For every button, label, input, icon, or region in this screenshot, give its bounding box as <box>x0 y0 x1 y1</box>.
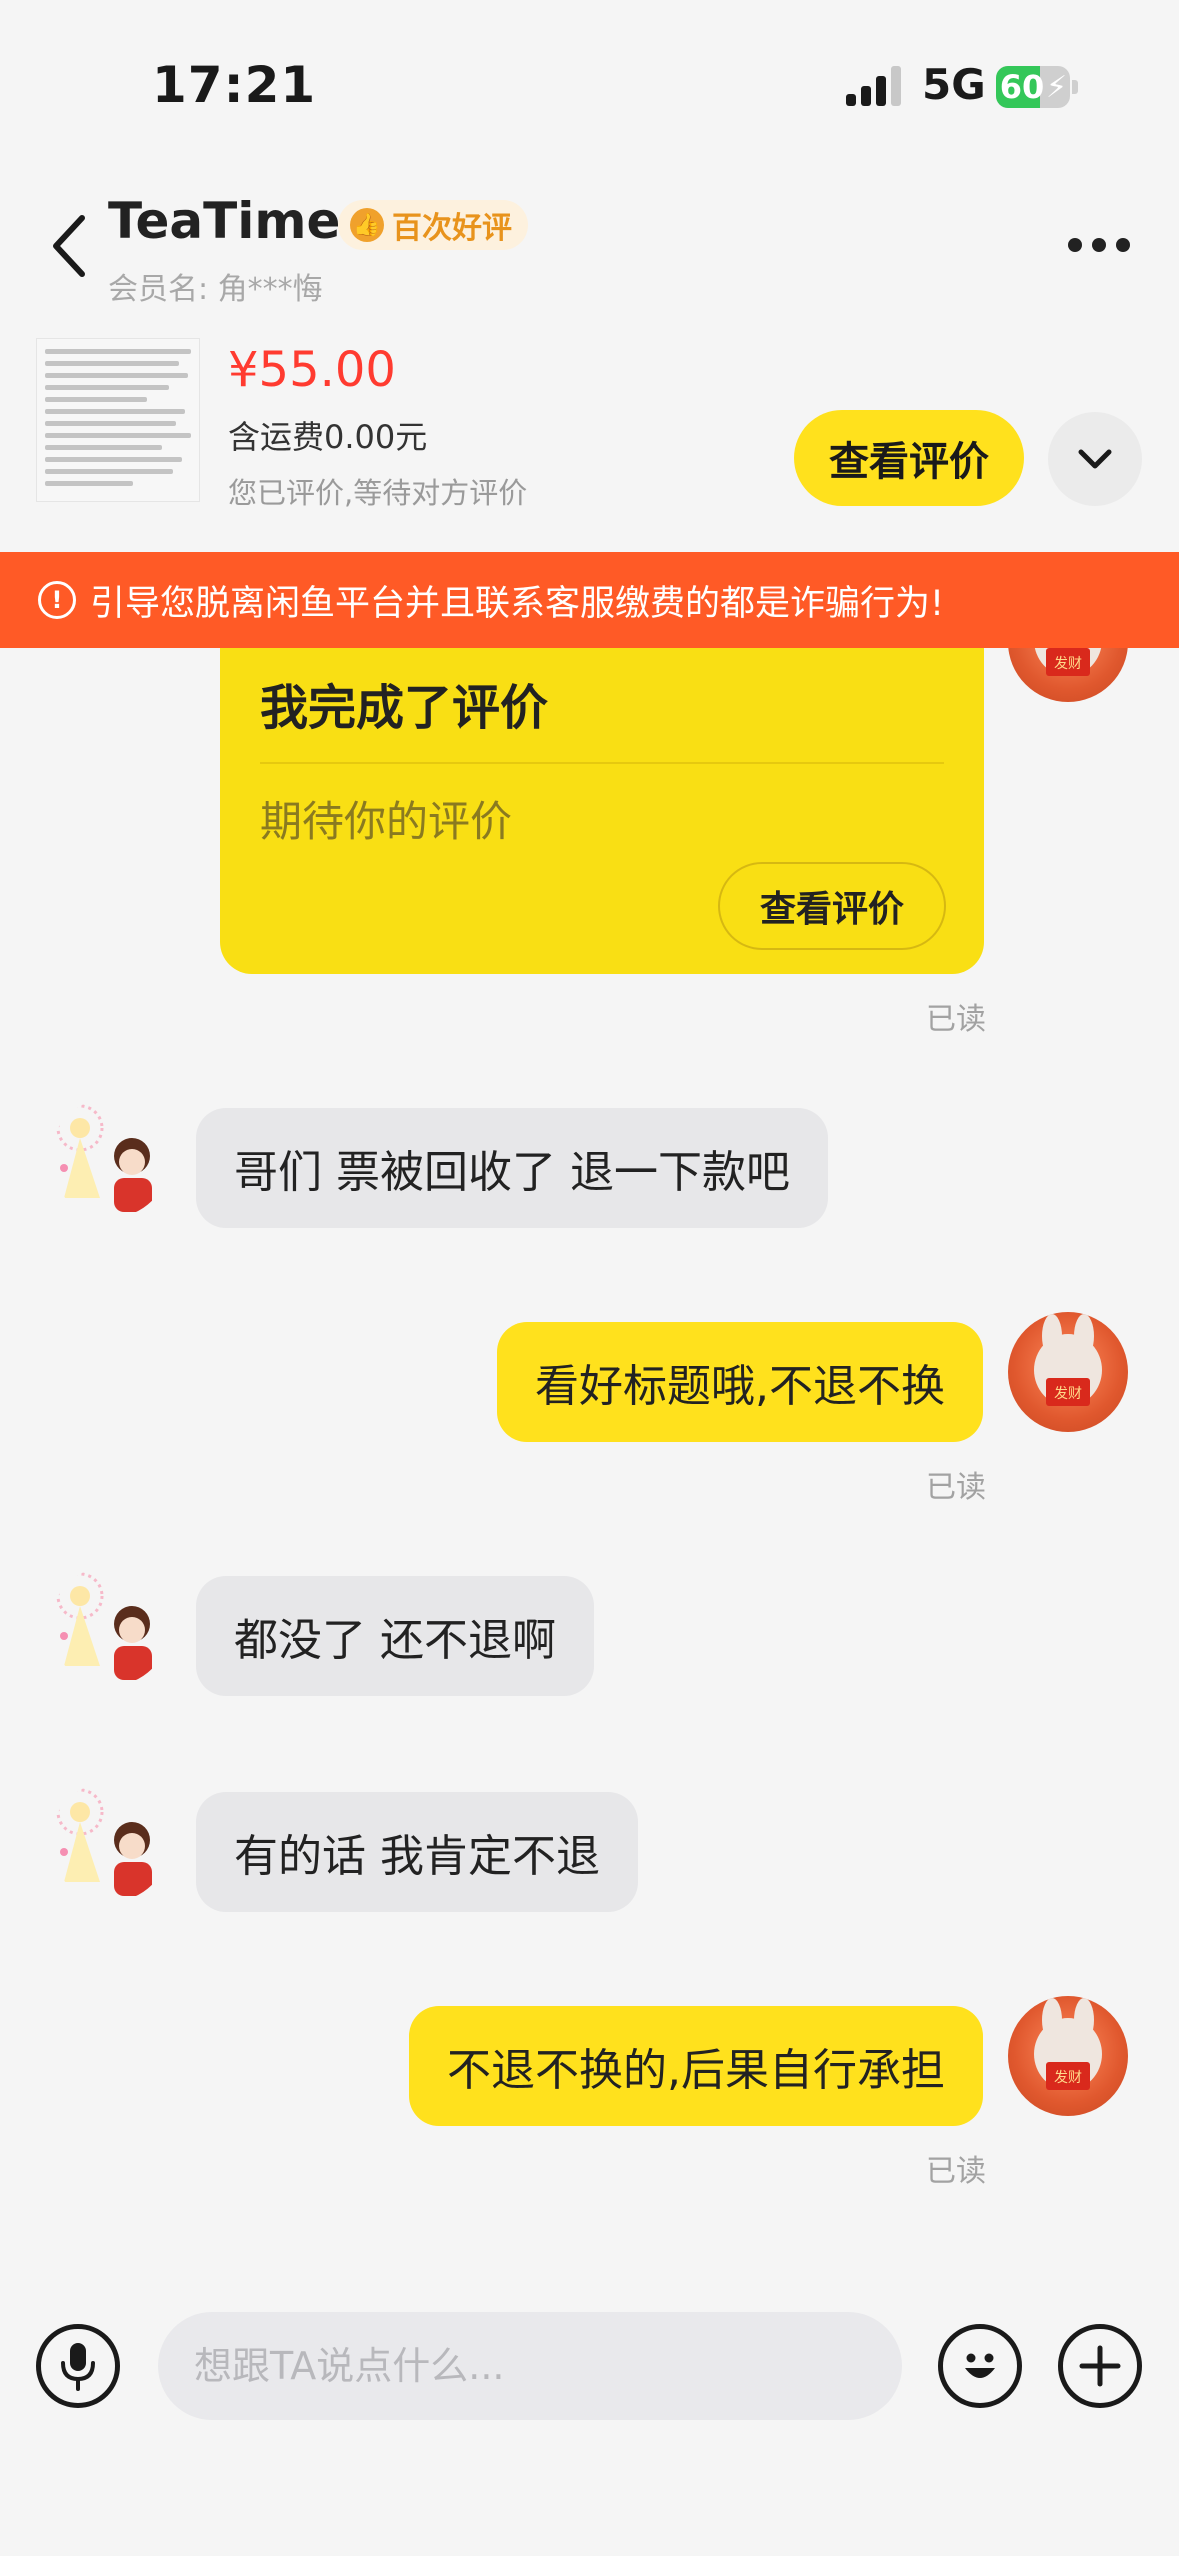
bunny-avatar-icon: 发财 <box>1034 1314 1102 1406</box>
message-bubble-outgoing[interactable]: 看好标题哦,不退不换 <box>497 1322 983 1442</box>
cellular-signal-icon <box>846 66 901 106</box>
member-info: 会员名: 角***悔 <box>108 264 323 308</box>
rating-badge-label: 百次好评 <box>392 211 512 246</box>
battery-icon: 60 ⚡ <box>996 66 1078 108</box>
seller-name[interactable]: TeaTime <box>108 192 340 250</box>
order-status: 您已评价,等待对方评价 <box>228 476 528 510</box>
status-bar: 17:21 5G 60 ⚡ <box>0 0 1179 170</box>
read-receipt: 已读 <box>926 2154 986 2189</box>
read-receipt: 已读 <box>926 1470 986 1505</box>
product-thumbnail[interactable] <box>36 338 200 502</box>
seller-avatar[interactable] <box>50 1782 170 1902</box>
plus-icon <box>1079 2345 1121 2387</box>
warning-icon: ! <box>38 581 76 619</box>
review-complete-card[interactable]: 我完成了评价 期待你的评价 查看评价 <box>220 648 984 974</box>
product-price: ¥55.00 <box>228 342 396 398</box>
message-input[interactable] <box>158 2312 902 2420</box>
message-bubble-outgoing[interactable]: 不退不换的,后果自行承担 <box>409 2006 983 2126</box>
fraud-warning-text: 引导您脱离闲鱼平台并且联系客服缴费的都是诈骗行为! <box>90 583 945 624</box>
svg-text:发财: 发财 <box>1054 1386 1082 1402</box>
smiley-icon <box>965 2353 995 2378</box>
seller-avatar[interactable] <box>50 1566 170 1686</box>
read-receipt: 已读 <box>926 1002 986 1037</box>
chat-messages[interactable]: 我完成了评价 期待你的评价 查看评价 发财 已读 哥们 票被回收了 退一下款吧 … <box>0 648 1179 2268</box>
seller-avatar[interactable] <box>50 1098 170 1218</box>
member-name: 角***悔 <box>217 272 323 307</box>
bunny-avatar-icon: 发财 <box>1034 648 1102 676</box>
svg-text:发财: 发财 <box>1054 656 1082 672</box>
shipping-fee: 含运费0.00元 <box>228 418 428 456</box>
girl-fireworks-avatar-icon <box>56 1788 152 1896</box>
more-actions-button[interactable] <box>1058 2324 1142 2408</box>
girl-fireworks-avatar-icon <box>56 1104 152 1212</box>
charging-bolt-icon: ⚡ <box>1046 70 1068 105</box>
review-card-title: 我完成了评价 <box>260 680 549 736</box>
chevron-down-icon <box>1078 449 1112 469</box>
product-card[interactable]: ¥55.00 含运费0.00元 您已评价,等待对方评价 查看评价 <box>0 320 1179 550</box>
divider <box>260 762 944 764</box>
more-options-icon[interactable] <box>1068 238 1130 254</box>
review-card-subtitle: 期待你的评价 <box>260 797 513 846</box>
message-bubble-incoming[interactable]: 有的话 我肯定不退 <box>196 1792 638 1912</box>
message-bubble-incoming[interactable]: 都没了 还不退啊 <box>196 1576 594 1696</box>
emoji-button[interactable] <box>938 2324 1022 2408</box>
my-avatar[interactable]: 发财 <box>1008 648 1128 702</box>
network-type: 5G <box>922 60 986 109</box>
status-time: 17:21 <box>152 56 317 114</box>
view-review-button[interactable]: 查看评价 <box>794 410 1024 506</box>
thumbs-up-icon: 👍 <box>350 208 384 242</box>
girl-fireworks-avatar-icon <box>56 1572 152 1680</box>
my-avatar[interactable]: 发财 <box>1008 1312 1128 1432</box>
microphone-icon <box>61 2343 95 2391</box>
expand-order-button[interactable] <box>1048 412 1142 506</box>
message-bubble-incoming[interactable]: 哥们 票被回收了 退一下款吧 <box>196 1108 828 1228</box>
review-card-view-button[interactable]: 查看评价 <box>718 862 946 950</box>
back-arrow-icon[interactable] <box>50 210 90 282</box>
rating-badge: 👍 百次好评 <box>338 200 528 250</box>
bunny-avatar-icon: 发财 <box>1034 1998 1102 2090</box>
my-avatar[interactable]: 发财 <box>1008 1996 1128 2116</box>
chat-header: TeaTime 👍 百次好评 会员名: 角***悔 <box>0 170 1179 320</box>
fraud-warning-banner: ! 引导您脱离闲鱼平台并且联系客服缴费的都是诈骗行为! <box>0 552 1179 648</box>
voice-input-button[interactable] <box>36 2324 120 2408</box>
member-label: 会员名: <box>108 272 209 307</box>
svg-text:发财: 发财 <box>1054 2070 1082 2086</box>
message-input-bar <box>0 2268 1179 2556</box>
battery-percent: 60 <box>999 68 1045 106</box>
